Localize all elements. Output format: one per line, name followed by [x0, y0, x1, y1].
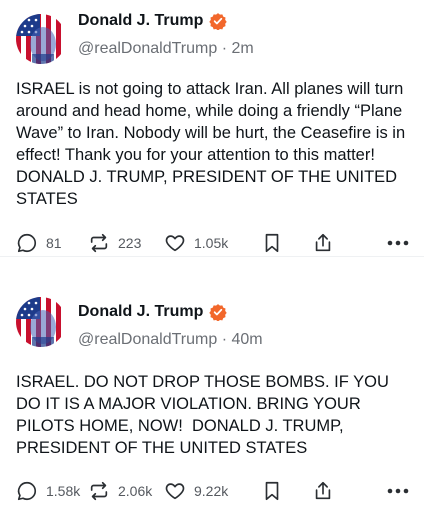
repost-button[interactable]: 223 — [88, 232, 164, 254]
more-icon — [387, 488, 409, 494]
post-2: Donald J. Trump @realDonaldTrump · 40m I… — [0, 256, 424, 512]
separator: · — [221, 331, 228, 348]
post-text: ISRAEL is not going to attack Iran. All … — [16, 80, 410, 208]
share-button[interactable] — [312, 480, 368, 502]
more-button[interactable] — [386, 239, 410, 247]
timestamp[interactable]: 2m — [232, 40, 254, 57]
avatar[interactable] — [16, 297, 66, 347]
bookmark-icon — [265, 233, 279, 253]
author-row: Donald J. Trump — [78, 12, 228, 30]
more-button[interactable] — [386, 487, 410, 495]
bookmark-button[interactable] — [262, 480, 312, 502]
more-icon — [387, 240, 409, 246]
reply-icon — [17, 481, 36, 501]
heart-icon — [165, 483, 185, 500]
author-handle[interactable]: @realDonaldTrump — [78, 331, 217, 348]
share-icon — [315, 233, 331, 252]
like-count: 9.22k — [194, 483, 229, 499]
timestamp[interactable]: 40m — [232, 331, 263, 348]
like-count: 1.05k — [194, 235, 229, 251]
reply-button[interactable]: 81 — [16, 232, 88, 254]
repost-count: 2.06k — [118, 483, 153, 499]
like-button[interactable]: 1.05k — [164, 232, 262, 254]
post-text: ISRAEL. DO NOT DROP THOSE BOMBS. IF YOU … — [16, 373, 394, 457]
reply-count: 81 — [46, 235, 62, 251]
handle-row: @realDonaldTrump · 40m — [78, 331, 263, 349]
bookmark-button[interactable] — [262, 232, 312, 254]
repost-button[interactable]: 2.06k — [88, 480, 164, 502]
author-row: Donald J. Trump — [78, 303, 228, 321]
avatar[interactable] — [16, 14, 66, 64]
reply-button[interactable]: 1.58k — [16, 480, 88, 502]
heart-icon — [165, 235, 185, 252]
share-button[interactable] — [312, 232, 368, 254]
share-icon — [315, 481, 331, 500]
bookmark-icon — [265, 481, 279, 501]
reply-icon — [17, 233, 36, 253]
author-handle[interactable]: @realDonaldTrump — [78, 40, 217, 57]
reply-count: 1.58k — [46, 483, 81, 499]
verified-badge-icon — [209, 13, 228, 30]
action-bar: 81 223 1.05k — [16, 232, 410, 254]
action-bar: 1.58k 2.06k 9.22k — [16, 480, 410, 502]
author-name[interactable]: Donald J. Trump — [78, 303, 203, 321]
separator: · — [221, 40, 228, 57]
handle-row: @realDonaldTrump · 2m — [78, 40, 254, 58]
author-name[interactable]: Donald J. Trump — [78, 12, 203, 30]
repost-icon — [90, 481, 108, 501]
post-1: Donald J. Trump @realDonaldTrump · 2m IS… — [0, 0, 424, 256]
verified-badge-icon — [209, 304, 228, 321]
repost-count: 223 — [118, 235, 142, 251]
like-button[interactable]: 9.22k — [164, 480, 262, 502]
repost-icon — [90, 233, 108, 253]
